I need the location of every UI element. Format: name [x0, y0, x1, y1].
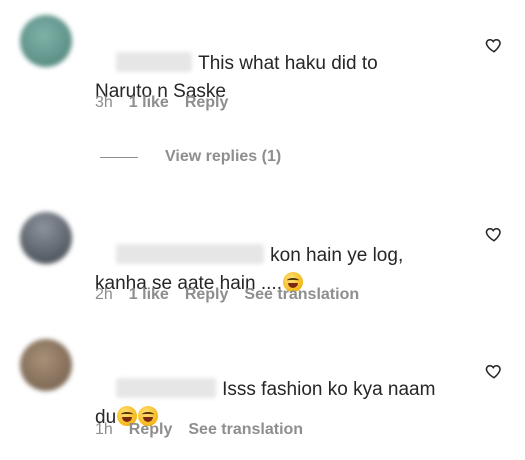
- timestamp: 3h: [95, 94, 113, 111]
- username-blurred[interactable]: [116, 244, 265, 264]
- likes-count[interactable]: 1 like: [129, 286, 169, 304]
- comment-text-wrap: kon hain ye log, kanha se aate hain ....: [95, 214, 475, 326]
- username-blurred[interactable]: [116, 52, 193, 72]
- reply-button[interactable]: Reply: [185, 94, 229, 112]
- comment-meta: 1h Reply See translation: [95, 421, 303, 439]
- username-blurred[interactable]: [116, 378, 217, 398]
- timestamp: 2h: [95, 286, 113, 303]
- see-translation-button[interactable]: See translation: [244, 286, 359, 304]
- divider-line: [100, 156, 138, 158]
- heart-icon[interactable]: [485, 362, 503, 380]
- avatar[interactable]: [20, 212, 72, 264]
- comment-text-wrap: This what haku did to Naruto n Saske: [95, 22, 475, 134]
- comment-text-wrap: Isss fashion ko kya naam du: [95, 348, 475, 460]
- see-translation-button[interactable]: See translation: [188, 421, 303, 439]
- timestamp: 1h: [95, 421, 113, 438]
- reply-button[interactable]: Reply: [185, 286, 229, 304]
- comment-meta: 3h 1 like Reply: [95, 94, 228, 112]
- likes-count[interactable]: 1 like: [129, 94, 169, 112]
- view-replies-label: View replies (1): [165, 148, 282, 165]
- reply-button[interactable]: Reply: [129, 421, 173, 439]
- comment-meta: 2h 1 like Reply See translation: [95, 286, 359, 304]
- heart-icon[interactable]: [485, 225, 503, 243]
- avatar[interactable]: [20, 339, 72, 391]
- view-replies-button[interactable]: View replies (1): [100, 148, 281, 166]
- avatar[interactable]: [20, 15, 72, 67]
- heart-icon[interactable]: [485, 36, 503, 54]
